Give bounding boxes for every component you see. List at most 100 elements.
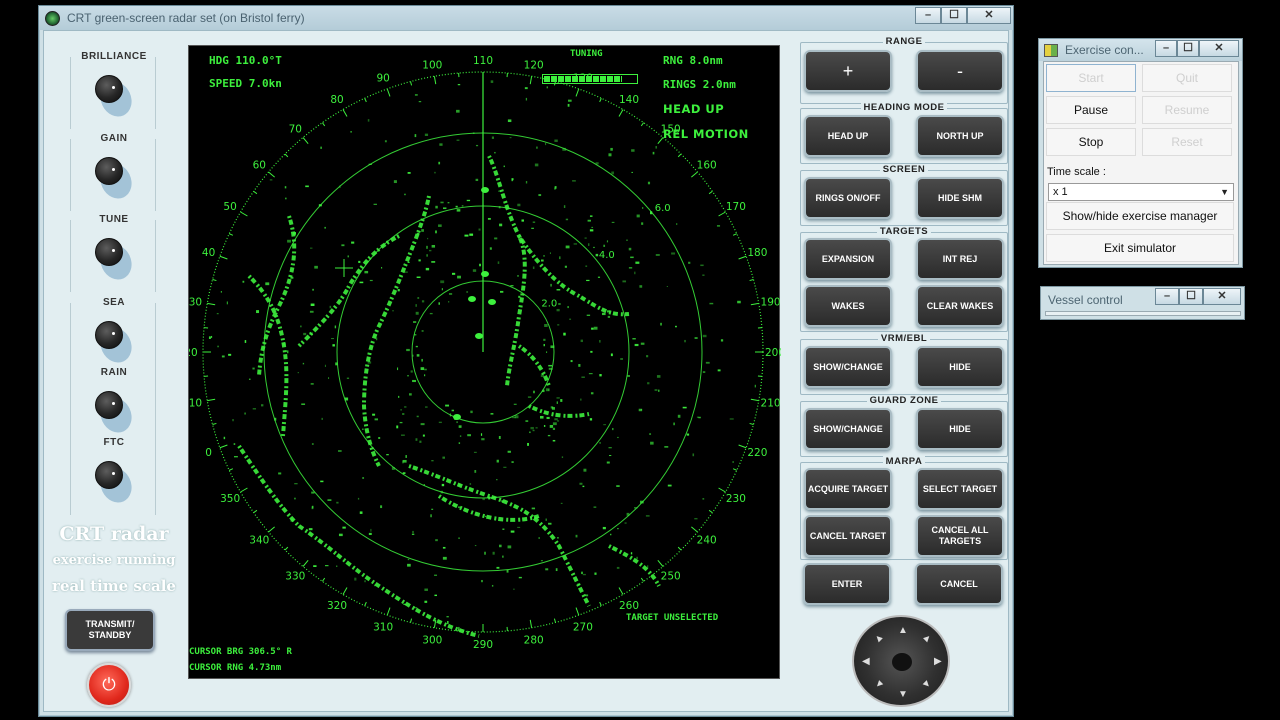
pause-button[interactable]: Pause	[1046, 96, 1136, 124]
cancel-all-targets-button[interactable]: CANCEL ALL TARGETS	[916, 515, 1004, 557]
exercise-minimize-button[interactable]: –	[1155, 40, 1177, 57]
radar-display[interactable]: 0102030405060708090100110120130140150160…	[188, 45, 781, 680]
clutter-dot	[563, 332, 566, 336]
clutter-dot	[403, 603, 407, 606]
heading-readout: HDG 110.0°T	[209, 54, 282, 67]
clutter-dot	[626, 512, 630, 516]
start-button[interactable]: Start	[1046, 64, 1136, 92]
quit-button[interactable]: Quit	[1142, 64, 1232, 92]
stop-button[interactable]: Stop	[1046, 128, 1136, 156]
clear-wakes-button[interactable]: CLEAR WAKES	[916, 285, 1004, 327]
show-hide-manager-button[interactable]: Show/hide exercise manager	[1046, 202, 1234, 230]
expansion-button[interactable]: EXPANSION	[804, 238, 892, 280]
bearing-tick	[410, 81, 413, 86]
bearing-label: 70	[289, 123, 302, 135]
main-titlebar[interactable]: CRT green-screen radar set (on Bristol f…	[39, 6, 1013, 30]
exit-simulator-button[interactable]: Exit simulator	[1046, 234, 1234, 262]
north-up-button[interactable]: NORTH UP	[916, 115, 1004, 157]
clutter-dot	[412, 379, 417, 383]
clutter-dot	[406, 348, 410, 352]
bearing-label: 10	[189, 398, 202, 410]
wakes-button[interactable]: WAKES	[804, 285, 892, 327]
enter-button[interactable]: ENTER	[803, 563, 891, 605]
vrm-ebl-hide-button[interactable]: HIDE	[916, 346, 1004, 388]
trackball-joystick[interactable]: ▲ ▼ ◀ ▶ ▲ ▲ ▼ ▼	[852, 615, 950, 707]
bearing-tick	[284, 546, 289, 551]
tune-knob[interactable]	[95, 238, 123, 266]
clutter-dot	[550, 345, 555, 349]
range-readout: RNG 8.0nm	[663, 54, 723, 67]
clutter-dot	[479, 263, 481, 267]
knob-label: RAIN	[98, 367, 130, 378]
clutter-dot	[506, 569, 509, 573]
exercise-titlebar[interactable]: Exercise con... – ☐ ✕	[1039, 39, 1242, 61]
power-button[interactable]: ⏻	[87, 663, 131, 707]
cancel-button[interactable]: CANCEL	[915, 563, 1003, 605]
vessel-close-button[interactable]: ✕	[1203, 288, 1241, 305]
clutter-dot	[560, 399, 563, 402]
head-up-button[interactable]: HEAD UP	[804, 115, 892, 157]
clutter-dot	[456, 421, 458, 424]
close-button[interactable]: ✕	[967, 7, 1011, 24]
cancel-target-button[interactable]: CANCEL TARGET	[804, 515, 892, 557]
exercise-maximize-button[interactable]: ☐	[1177, 40, 1199, 57]
acquire-target-button[interactable]: ACQUIRE TARGET	[804, 468, 892, 510]
bearing-tick	[321, 122, 326, 127]
range-increase-button[interactable]: +	[804, 50, 892, 92]
range-decrease-button[interactable]: -	[916, 50, 1004, 92]
resume-button[interactable]: Resume	[1142, 96, 1232, 124]
guard-zone-hide-button[interactable]: HIDE	[916, 408, 1004, 450]
clutter-dot	[677, 414, 681, 418]
target-echo	[488, 299, 496, 305]
guard-zone-show-button[interactable]: SHOW/CHANGE	[804, 408, 892, 450]
gain-knob[interactable]	[95, 157, 123, 185]
clutter-dot	[545, 518, 547, 521]
clutter-dot	[416, 354, 420, 357]
clutter-dot	[502, 528, 505, 530]
int-rej-button[interactable]: INT REJ	[916, 238, 1004, 280]
clutter-dot	[458, 442, 461, 444]
clutter-dot	[407, 375, 409, 377]
bearing-tick	[749, 422, 754, 425]
bearing-tick	[553, 618, 556, 623]
vessel-minimize-button[interactable]: –	[1155, 288, 1179, 305]
time-scale-value: x 1	[1053, 186, 1068, 198]
clutter-dot	[438, 421, 442, 424]
clutter-dot	[630, 256, 634, 259]
brand-title: CRT radar	[59, 523, 169, 545]
exercise-close-button[interactable]: ✕	[1199, 40, 1239, 57]
vrm-ebl-show-button[interactable]: SHOW/CHANGE	[804, 346, 892, 388]
select-target-button[interactable]: SELECT TARGET	[916, 468, 1004, 510]
hide-shm-button[interactable]: HIDE SHM	[916, 177, 1004, 219]
reset-button[interactable]: Reset	[1142, 128, 1232, 156]
clutter-dot	[491, 584, 494, 587]
bearing-label: 220	[747, 447, 767, 459]
clutter-dot	[481, 579, 483, 583]
range-ring-label: 6.0	[655, 203, 671, 214]
clutter-dot	[554, 139, 558, 142]
vessel-maximize-button[interactable]: ☐	[1179, 288, 1203, 305]
clutter-dot	[568, 99, 572, 102]
ftc-knob[interactable]	[95, 461, 123, 489]
clutter-dot	[606, 461, 610, 464]
clutter-dot	[572, 180, 576, 182]
maximize-button[interactable]: ☐	[941, 7, 967, 24]
clutter-dot	[692, 453, 695, 457]
time-scale-select[interactable]: x 1 ▼	[1048, 183, 1234, 201]
clutter-dot	[534, 163, 539, 167]
rings-toggle-button[interactable]: RINGS ON/OFF	[804, 177, 892, 219]
clutter-dot	[538, 194, 542, 197]
minimize-button[interactable]: –	[915, 7, 941, 24]
clutter-dot	[656, 375, 661, 378]
clutter-dot	[447, 621, 449, 624]
sea-knob[interactable]	[95, 321, 123, 349]
clutter-dot	[631, 171, 633, 173]
brilliance-knob[interactable]	[95, 75, 123, 103]
clutter-dot	[532, 221, 536, 223]
transmit-standby-button[interactable]: TRANSMIT/ STANDBY	[65, 609, 155, 651]
rain-knob[interactable]	[95, 391, 123, 419]
clutter-dot	[458, 483, 461, 487]
bearing-label: 60	[253, 159, 266, 171]
radar-ppi[interactable]: 0102030405060708090100110120130140150160…	[189, 46, 781, 680]
clutter-dot	[532, 266, 535, 270]
